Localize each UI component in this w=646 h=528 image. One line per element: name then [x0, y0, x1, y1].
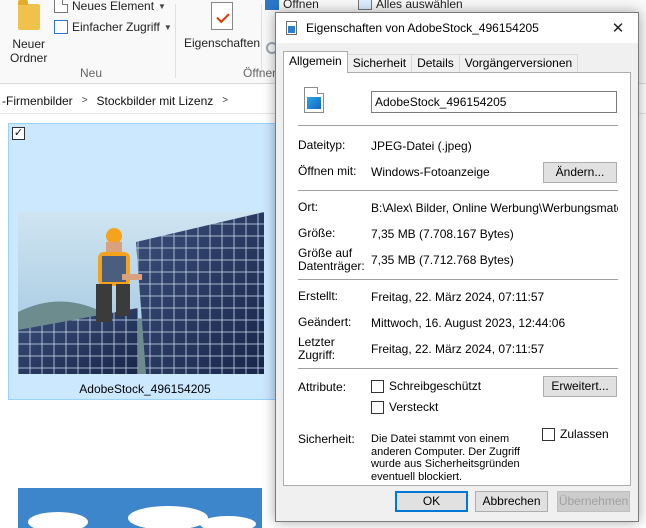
- created-value: Freitag, 22. März 2024, 07:11:57: [371, 290, 545, 304]
- security-label: Sicherheit:: [298, 432, 355, 446]
- hidden-checkbox[interactable]: Versteckt: [371, 400, 438, 414]
- modified-label: Geändert:: [298, 315, 352, 329]
- readonly-checkbox[interactable]: Schreibgeschützt: [371, 379, 481, 393]
- attributes-label: Attribute:: [298, 380, 347, 394]
- size-on-disk-label-1: Größe auf: [298, 246, 353, 260]
- checkbox-box[interactable]: [371, 400, 384, 414]
- accessed-label-1: Letzter: [298, 335, 335, 349]
- advanced-button[interactable]: Erweitert...: [543, 376, 617, 397]
- select-all-icon: [358, 0, 372, 10]
- chevron-right-icon: >: [222, 95, 229, 106]
- image-file-icon: [304, 87, 324, 113]
- opens-with-label: Öffnen mit:: [298, 164, 357, 178]
- checkbox-box[interactable]: [542, 427, 555, 441]
- size-on-disk-label: Größe auf Datenträger:: [298, 247, 365, 273]
- chevron-down-icon: ▼: [158, 1, 166, 11]
- hidden-label: Versteckt: [389, 400, 439, 414]
- modified-value: Mittwoch, 16. August 2023, 12:44:06: [371, 316, 566, 330]
- new-folder-label-2: Ordner: [10, 51, 48, 65]
- dialog-title: Eigenschaften von AdobeStock_496154205: [306, 21, 539, 35]
- chevron-right-icon: >: [81, 95, 88, 106]
- checkbox-box[interactable]: [371, 379, 384, 393]
- tab-details[interactable]: Details: [411, 54, 460, 73]
- file-type-label: Dateityp:: [298, 138, 346, 152]
- divider: [298, 190, 618, 191]
- change-button[interactable]: Ändern...: [543, 162, 617, 183]
- new-folder-label-1: Neuer: [12, 37, 46, 51]
- accessed-label-2: Zugriff:: [298, 348, 336, 362]
- new-folder-button[interactable]: Neuer Ordner: [10, 0, 48, 65]
- dialog-tabs: Allgemein Sicherheit Details Vorgängerve…: [283, 51, 579, 73]
- new-element-icon: [54, 0, 68, 13]
- file-thumbnail: [18, 212, 264, 374]
- properties-dialog: Eigenschaften von AdobeStock_496154205 ✕…: [275, 12, 639, 522]
- location-label: Ort:: [298, 200, 318, 214]
- tab-previous-versions[interactable]: Vorgängerversionen: [458, 54, 579, 73]
- new-element-button[interactable]: Neues Element ▼: [54, 0, 166, 13]
- easy-access-icon: [54, 20, 68, 34]
- accessed-label: Letzter Zugriff:: [298, 336, 335, 362]
- breadcrumb-item[interactable]: Stockbilder mit Lizenz: [97, 94, 214, 108]
- select-checkbox[interactable]: ✓: [12, 127, 25, 140]
- new-element-label: Neues Element: [72, 0, 155, 13]
- size-value: 7,35 MB (7.708.167 Bytes): [371, 227, 514, 241]
- properties-label: Eigenschaften: [184, 36, 261, 50]
- filename-input[interactable]: AdobeStock_496154205: [371, 91, 617, 113]
- folder-icon: [17, 0, 40, 30]
- ribbon-group-new: Neu: [80, 66, 103, 80]
- ribbon-group-open: Öffnen: [243, 66, 279, 80]
- ribbon-divider: [175, 4, 176, 78]
- breadcrumb-item[interactable]: -Firmenbilder: [2, 94, 73, 108]
- created-label: Erstellt:: [298, 289, 339, 303]
- cancel-button[interactable]: Abbrechen: [475, 491, 548, 512]
- accessed-value: Freitag, 22. März 2024, 07:11:57: [371, 342, 545, 356]
- location-value: B:\Alex\ Bilder, Online Werbung\Werbungs…: [371, 201, 618, 215]
- unblock-checkbox[interactable]: Zulassen: [542, 427, 609, 441]
- image-file-icon: [286, 21, 297, 35]
- apply-button[interactable]: Übernehmen: [557, 491, 630, 512]
- clouds-image: [18, 488, 262, 528]
- properties-button[interactable]: Eigenschaften: [184, 2, 260, 50]
- solar-worker-image: [18, 212, 264, 374]
- ok-button[interactable]: OK: [395, 491, 468, 512]
- divider: [298, 368, 618, 369]
- close-button[interactable]: ✕: [598, 13, 638, 43]
- file-tile[interactable]: ✓ AdobeStock_496154205: [8, 123, 280, 400]
- size-on-disk-value: 7,35 MB (7.712.768 Bytes): [371, 253, 514, 267]
- opens-with-value: Windows-Fotoanzeige: [371, 165, 490, 179]
- file-thumbnail[interactable]: [18, 488, 262, 528]
- select-all-button[interactable]: Alles auswählen: [358, 0, 463, 11]
- chevron-down-icon: ▼: [163, 22, 172, 32]
- open-label: Öffnen: [283, 0, 319, 11]
- unblock-label: Zulassen: [560, 427, 609, 441]
- readonly-label: Schreibgeschützt: [389, 379, 482, 393]
- open-icon: [265, 0, 279, 10]
- select-all-label: Alles auswählen: [376, 0, 463, 11]
- properties-icon: [211, 2, 234, 30]
- divider: [298, 125, 618, 126]
- tab-general[interactable]: Allgemein: [283, 51, 348, 73]
- size-on-disk-label-2: Datenträger:: [298, 259, 365, 273]
- file-type-value: JPEG-Datei (.jpeg): [371, 139, 472, 153]
- security-warning-text: Die Datei stammt von einem anderen Compu…: [371, 433, 520, 483]
- tab-security[interactable]: Sicherheit: [346, 54, 413, 73]
- size-label: Größe:: [298, 226, 336, 240]
- file-name-label: AdobeStock_496154205: [79, 382, 211, 396]
- divider: [298, 279, 618, 280]
- open-button[interactable]: Öffnen: [265, 0, 319, 11]
- general-panel: AdobeStock_496154205 Dateityp: JPEG-Date…: [283, 72, 631, 486]
- easy-access-label: Einfacher Zugriff: [72, 20, 160, 34]
- dialog-titlebar[interactable]: Eigenschaften von AdobeStock_496154205 ✕: [276, 13, 638, 43]
- easy-access-button[interactable]: Einfacher Zugriff ▼: [54, 20, 172, 34]
